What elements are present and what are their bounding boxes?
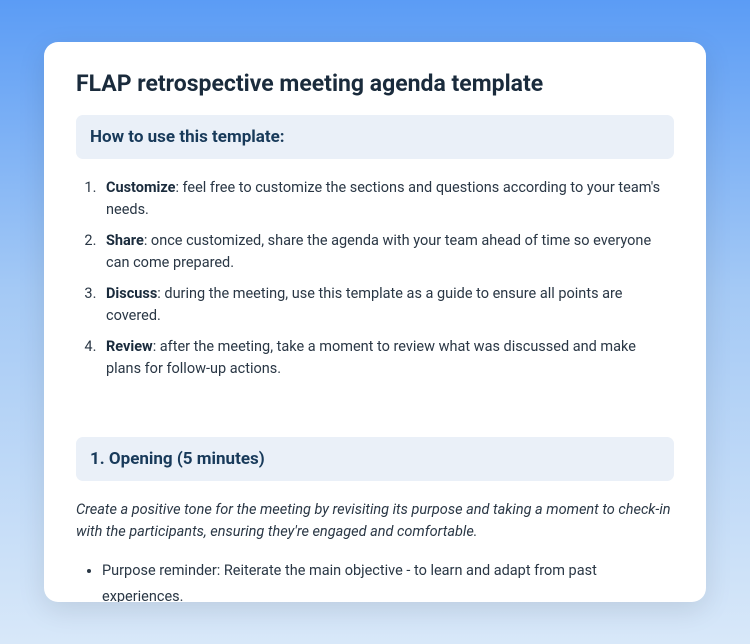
howto-step: Review: after the meeting, take a moment… — [100, 336, 674, 381]
section1-description: Create a positive tone for the meeting b… — [76, 499, 674, 544]
howto-step-term: Customize — [106, 179, 175, 196]
howto-step-term: Review — [106, 338, 153, 355]
howto-step: Share: once customized, share the agenda… — [100, 230, 674, 275]
howto-step-term: Share — [106, 232, 144, 249]
document-card: FLAP retrospective meeting agenda templa… — [44, 42, 706, 602]
howto-step-desc: : once customized, share the agenda with… — [106, 232, 651, 271]
document-title: FLAP retrospective meeting agenda templa… — [76, 70, 674, 97]
howto-section-header: How to use this template: — [76, 115, 674, 159]
howto-step: Customize: feel free to customize the se… — [100, 177, 674, 222]
section1-bullets: Purpose reminder: Reiterate the main obj… — [76, 558, 674, 602]
howto-step: Discuss: during the meeting, use this te… — [100, 283, 674, 328]
section1-header-text: 1. Opening (5 minutes) — [90, 449, 660, 469]
howto-header-text: How to use this template: — [90, 127, 660, 147]
howto-step-desc: : feel free to customize the sections an… — [106, 179, 660, 218]
howto-step-desc: : during the meeting, use this template … — [106, 285, 623, 324]
howto-step-desc: : after the meeting, take a moment to re… — [106, 338, 636, 377]
section-opening: 1. Opening (5 minutes) Create a positive… — [76, 437, 674, 602]
list-item: Purpose reminder: Reiterate the main obj… — [102, 558, 674, 602]
howto-steps-list: Customize: feel free to customize the se… — [76, 177, 674, 381]
section1-header: 1. Opening (5 minutes) — [76, 437, 674, 481]
howto-step-term: Discuss — [106, 285, 157, 302]
